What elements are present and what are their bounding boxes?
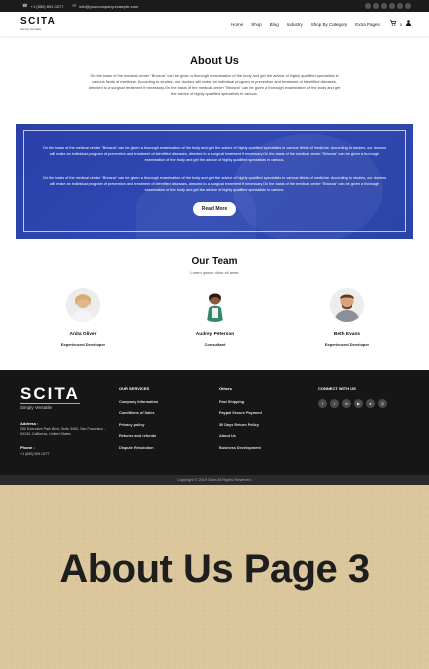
page-title: About Us <box>190 55 239 67</box>
instagram-icon[interactable]: ◎ <box>378 399 387 408</box>
cart-button[interactable] <box>389 20 396 28</box>
footer-link-conditions-of-sales[interactable]: Conditions of Sales <box>119 411 158 415</box>
facebook-icon[interactable]: f <box>318 399 327 408</box>
avatar <box>198 288 232 322</box>
logo-text: SCITA <box>20 16 57 27</box>
address-label: Address : <box>20 421 39 426</box>
footer-link-business-development[interactable]: Business Development <box>219 446 262 450</box>
footer-column-heading: OUR SERVICES <box>119 386 150 391</box>
nav-item-blog[interactable]: Blog <box>270 22 279 27</box>
top-bar: ☎ +1 (650) 691 0277 ✉ info@yourcompany.e… <box>0 0 429 12</box>
address-text: 250 Executive Park Blvd, Suite 3400, San… <box>20 427 106 436</box>
read-more-button[interactable]: Read More <box>193 202 236 216</box>
banner-paragraph: On the basis of the medical center "Brio… <box>42 146 387 162</box>
caption-text: About Us Page 3 <box>59 547 370 591</box>
topbar-phone-text: +1 (650) 691 0277 <box>30 3 64 9</box>
footer-link-privacy-policy[interactable]: Privacy policy <box>119 423 158 427</box>
topbar-email[interactable]: ✉ info@yourcompany.example.com <box>72 3 138 9</box>
topbar-email-text: info@yourcompany.example.com <box>79 3 139 9</box>
facebook-icon[interactable] <box>365 3 371 9</box>
team-title: Our Team <box>191 256 238 267</box>
phone-label: Phone : <box>20 445 35 450</box>
about-description: On the basis of the medical center "Brio… <box>88 73 341 96</box>
github-icon[interactable]: ● <box>366 399 375 408</box>
footer-column-heading: CONNECT WITH US <box>318 386 356 391</box>
topbar-phone[interactable]: ☎ +1 (650) 691 0277 <box>22 3 63 9</box>
footer-others-column: Others Fast Shipping Paypal Secure Payme… <box>219 386 262 457</box>
twitter-icon[interactable] <box>373 3 379 9</box>
promo-caption-panel: About Us Page 3 <box>0 485 429 669</box>
footer-link-about-us[interactable]: About Us <box>219 434 262 438</box>
cart-icon <box>389 20 396 26</box>
linkedin-icon[interactable] <box>381 3 387 9</box>
footer-column-heading: Others <box>219 386 232 391</box>
member-role: Experienced Developer <box>60 342 106 347</box>
topbar-socials <box>365 3 411 9</box>
nav-item-shop-by-category[interactable]: Shop By Category <box>311 22 348 27</box>
main-header: SCITA Simply Versatile Home Shop Blog In… <box>0 12 429 37</box>
team-member-card: Audrey Peterson Consultant <box>175 288 255 347</box>
cart-count: 0 <box>399 21 402 27</box>
team-member-card: Anita Oliver Experienced Developer <box>43 288 123 347</box>
nav-item-shop[interactable]: Shop <box>251 22 262 27</box>
site-logo[interactable]: SCITA Simply Versatile <box>20 16 57 32</box>
instagram-icon[interactable] <box>405 3 411 9</box>
footer-link-company-information[interactable]: Company Information <box>119 400 158 404</box>
footer-logo[interactable]: SCITA Simply Versatile <box>20 384 80 410</box>
mail-icon: ✉ <box>72 3 77 8</box>
phone-icon: ☎ <box>22 3 28 8</box>
github-icon[interactable] <box>397 3 403 9</box>
member-name: Anita Oliver <box>69 332 97 337</box>
footer-link-dispute-resolution[interactable]: Dispute Resolution <box>119 446 158 450</box>
footer-connect-column: CONNECT WITH US <box>318 386 356 400</box>
youtube-icon[interactable]: ▶ <box>354 399 363 408</box>
footer-link-return-policy[interactable]: 30 Days Return Policy <box>219 423 262 427</box>
logo-tagline: Simply Versatile <box>20 27 42 31</box>
main-nav: Home Shop Blog Industry Shop By Category… <box>231 22 380 27</box>
footer-link-returns-and-refunds[interactable]: Returns and refunds <box>119 434 158 438</box>
user-icon <box>406 20 411 26</box>
footer-socials: f t in ▶ ● ◎ <box>318 399 387 408</box>
footer-link-paypal-secure-payment[interactable]: Paypal Secure Payment <box>219 411 262 415</box>
footer-logo-tagline: Simply Versatile <box>20 403 80 410</box>
member-name: Audrey Peterson <box>195 332 235 337</box>
member-name: Beth Evans <box>333 332 361 337</box>
nav-item-extra-pages[interactable]: Extra Pages <box>355 22 380 27</box>
team-member-card: Beth Evans Experienced Developer <box>307 288 387 347</box>
site-footer: SCITA Simply Versatile Address : 250 Exe… <box>0 370 429 475</box>
footer-link-fast-shipping[interactable]: Fast Shipping <box>219 400 262 404</box>
banner-paragraph: On the basis of the medical center "Brio… <box>42 176 387 192</box>
footer-services-column: OUR SERVICES Company Information Conditi… <box>119 386 158 457</box>
copyright-bar: Copyright © 2019 Scita All Rights Reserv… <box>0 475 429 485</box>
avatar <box>66 288 100 322</box>
phone-text: +1 (650) 691 0277 <box>20 452 50 456</box>
member-role: Experienced Developer <box>324 342 370 347</box>
twitter-icon[interactable]: t <box>330 399 339 408</box>
footer-logo-text: SCITA <box>20 384 80 403</box>
info-banner: On the basis of the medical center "Brio… <box>16 124 413 239</box>
linkedin-icon[interactable]: in <box>342 399 351 408</box>
youtube-icon[interactable] <box>389 3 395 9</box>
nav-item-home[interactable]: Home <box>231 22 243 27</box>
member-role: Consultant <box>204 342 226 347</box>
team-subtitle: Lorem ipsum dolor sit amet <box>190 270 239 275</box>
nav-item-industry[interactable]: Industry <box>287 22 303 27</box>
user-button[interactable] <box>406 20 411 28</box>
header-actions: 0 <box>389 20 411 28</box>
avatar <box>330 288 364 322</box>
